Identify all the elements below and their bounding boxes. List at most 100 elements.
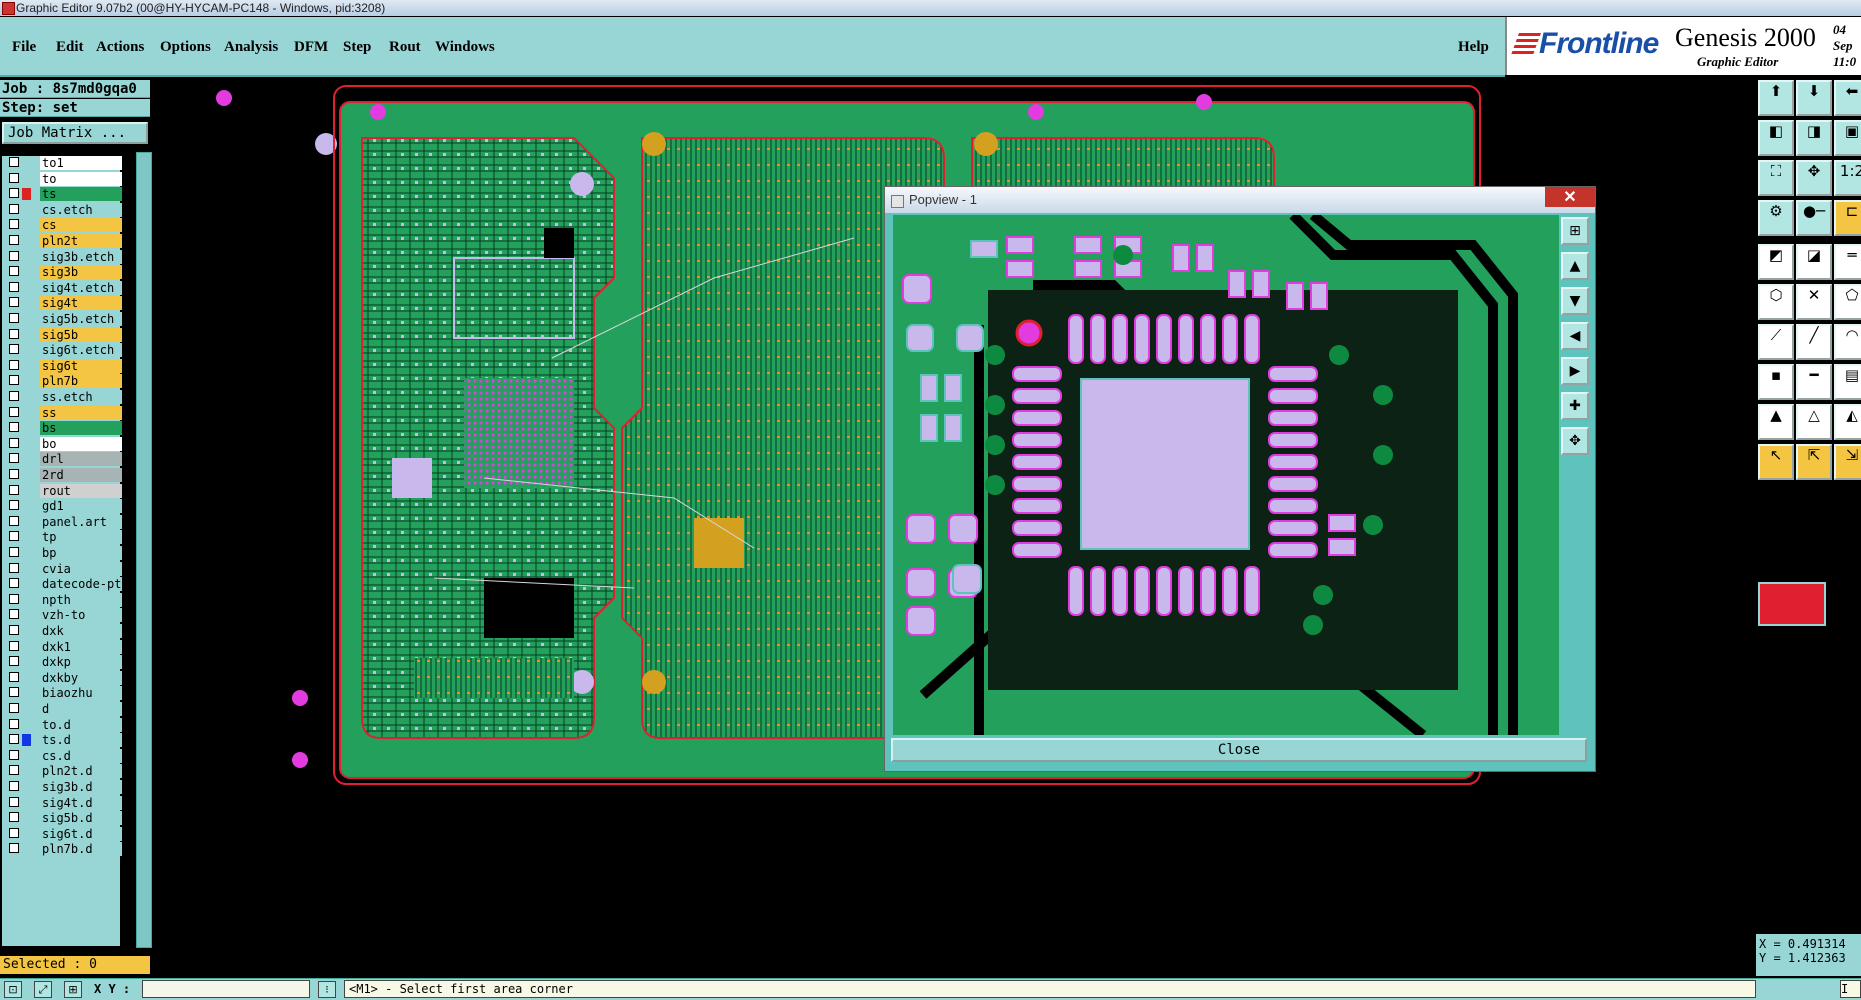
layer-checkbox[interactable]	[9, 375, 19, 386]
layer-checkbox[interactable]	[9, 609, 19, 620]
layer-name[interactable]: sig3b	[40, 265, 122, 280]
triangle-alt-icon[interactable]: △	[1796, 404, 1832, 440]
layer-checkbox[interactable]	[9, 812, 19, 823]
pointer-select-icon[interactable]: ⇱	[1796, 444, 1832, 480]
select-pad-icon[interactable]: ◩	[1758, 244, 1794, 280]
layer-row[interactable]: sig3b.etch	[4, 249, 122, 264]
layer-name[interactable]: biaozhu	[40, 686, 122, 701]
menu-dfm[interactable]: DFM	[294, 39, 328, 56]
layers-toggle-icon[interactable]: ⊞	[64, 981, 82, 998]
layer-row[interactable]: sig4t.etch	[4, 280, 122, 295]
layer-name[interactable]: ts	[40, 187, 122, 202]
layer-checkbox[interactable]	[9, 796, 19, 807]
layer-checkbox[interactable]	[9, 593, 19, 604]
layer-name[interactable]: d	[40, 702, 122, 716]
layer-name[interactable]: pln7b.d	[40, 842, 122, 857]
layer-checkbox[interactable]	[9, 671, 19, 682]
pop-pan-right-icon[interactable]: ▶	[1561, 357, 1589, 385]
layer-row[interactable]: dxkby	[4, 670, 122, 685]
layer-row[interactable]: ss	[4, 405, 122, 420]
layer-name[interactable]: ss.etch	[40, 390, 122, 404]
layer-name[interactable]: rout	[40, 483, 122, 498]
pad-add-icon[interactable]: ▪	[1758, 364, 1794, 400]
select-line-icon[interactable]: ═	[1834, 244, 1861, 280]
layer-name[interactable]: pln2t.d	[40, 764, 122, 779]
layer-name[interactable]: datecode-pt	[40, 577, 122, 592]
layer-row[interactable]: dxk1	[4, 639, 122, 654]
layer-row[interactable]: bp	[4, 546, 122, 560]
layer-name[interactable]: cs.d	[40, 748, 122, 763]
layer-checkbox[interactable]	[9, 203, 19, 214]
layer-name[interactable]: sig5b	[40, 327, 122, 342]
layer-name[interactable]: sig6t.etch	[40, 343, 122, 358]
layer-row[interactable]: sig5b	[4, 327, 122, 342]
layer-name[interactable]: npth	[40, 592, 122, 607]
layer-row[interactable]: sig3b	[4, 265, 122, 280]
layer-row[interactable]: sig5b.d	[4, 811, 122, 826]
layer-name[interactable]: sig6t	[40, 358, 122, 373]
layer-row[interactable]: bs	[4, 421, 122, 436]
layer-name[interactable]: drl	[40, 452, 122, 467]
layer-name[interactable]: cs.etch	[40, 202, 122, 217]
popview-close-button[interactable]: Close	[891, 738, 1587, 762]
xy-input[interactable]	[142, 980, 310, 998]
layer-checkbox[interactable]	[9, 188, 19, 199]
layer-row[interactable]: drl	[4, 452, 122, 467]
layer-row[interactable]: cs.d	[4, 748, 122, 763]
layer-name[interactable]: dxk1	[40, 639, 122, 654]
page-up-icon[interactable]: ⬆	[1758, 80, 1794, 116]
layer-checkbox[interactable]	[9, 531, 19, 542]
layer-name[interactable]: vzh-to	[40, 608, 122, 623]
layer-checkbox[interactable]	[9, 765, 19, 776]
layer-row[interactable]: rout	[4, 483, 122, 498]
layer-row[interactable]: panel.art	[4, 514, 122, 529]
layer-row[interactable]: sig6t	[4, 358, 122, 373]
layer-name[interactable]: sig6t.d	[40, 826, 122, 841]
pan-right-icon[interactable]: ◨	[1796, 120, 1832, 156]
pop-pan-down-icon[interactable]: ▼	[1561, 287, 1589, 315]
arc-icon[interactable]: ◠	[1834, 324, 1861, 360]
zoom-center-icon[interactable]: ✥	[1796, 160, 1832, 196]
pop-zoom-out-icon[interactable]: ✥	[1561, 427, 1589, 455]
layer-row[interactable]: pln2t.d	[4, 764, 122, 779]
layer-row[interactable]: sig4t	[4, 296, 122, 311]
layer-checkbox[interactable]	[9, 469, 19, 479]
layer-row[interactable]: sig6t.etch	[4, 343, 122, 358]
layer-checkbox[interactable]	[9, 391, 19, 401]
measure-icon[interactable]: ●─	[1796, 200, 1832, 236]
pop-zoom-home-icon[interactable]: ⊞	[1561, 217, 1589, 245]
layer-name[interactable]: bs	[40, 421, 122, 436]
layer-checkbox[interactable]	[9, 484, 19, 495]
page-down-icon[interactable]: ⬇	[1796, 80, 1832, 116]
popview-titlebar[interactable]: Popview - 1 ✕	[885, 187, 1595, 213]
pop-pan-up-icon[interactable]: ▲	[1561, 252, 1589, 280]
layer-checkbox[interactable]	[9, 281, 19, 292]
layer-checkbox[interactable]	[9, 313, 19, 323]
layer-checkbox[interactable]	[9, 359, 19, 370]
layer-row[interactable]: npth	[4, 592, 122, 607]
select-area-icon[interactable]: ◪	[1796, 244, 1832, 280]
dash-icon[interactable]: ━	[1796, 364, 1832, 400]
layer-row[interactable]: gd1	[4, 499, 122, 514]
layer-checkbox[interactable]	[9, 640, 19, 651]
zoom-ratio-icon[interactable]: 1:2	[1834, 160, 1861, 196]
layer-row[interactable]: ss.etch	[4, 390, 122, 404]
layer-row[interactable]: bo	[4, 436, 122, 451]
layer-checkbox[interactable]	[9, 172, 19, 183]
layer-row[interactable]: tp	[4, 530, 122, 545]
layer-checkbox[interactable]	[9, 734, 19, 745]
menu-edit[interactable]: Edit	[56, 39, 84, 56]
layer-list-scrollbar[interactable]	[136, 152, 152, 948]
layer-row[interactable]: dxkp	[4, 655, 122, 670]
layer-checkbox[interactable]	[9, 250, 19, 261]
layer-checkbox[interactable]	[9, 687, 19, 698]
slash-icon[interactable]: ╱	[1796, 324, 1832, 360]
layer-row[interactable]: pln7b	[4, 374, 122, 389]
layer-row[interactable]: d	[4, 702, 122, 716]
layer-row[interactable]: to	[4, 171, 122, 186]
layer-checkbox[interactable]	[9, 266, 19, 277]
popview-zoom-canvas[interactable]	[893, 215, 1559, 735]
layer-checkbox[interactable]	[9, 235, 19, 245]
layer-name[interactable]: sig4t.etch	[40, 280, 122, 295]
layer-name[interactable]: ss	[40, 405, 122, 420]
